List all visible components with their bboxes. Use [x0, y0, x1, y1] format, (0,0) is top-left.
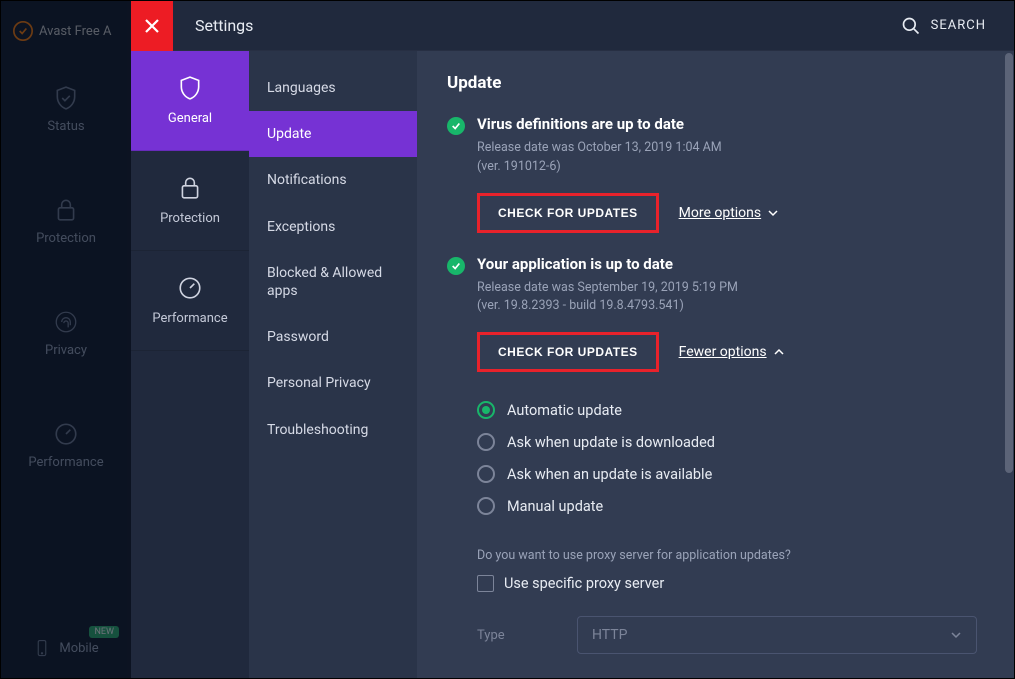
tab-label: General	[168, 111, 212, 126]
sidebar-item-exceptions[interactable]: Exceptions	[249, 204, 417, 250]
type-label: Type	[477, 628, 537, 643]
radio-icon	[477, 497, 495, 515]
radio-icon	[477, 465, 495, 483]
nav-protection[interactable]: Protection	[1, 165, 131, 277]
nav-label: Status	[47, 119, 84, 134]
category-tabs: General Protection Performance	[131, 51, 249, 678]
chevron-down-icon	[950, 629, 962, 641]
status-title: Your application is up to date	[477, 255, 984, 273]
update-mode-radios: Automatic update Ask when update is down…	[477, 394, 984, 522]
sidebar-item-notifications[interactable]: Notifications	[249, 157, 417, 203]
app-logo: Avast Free A	[1, 9, 131, 53]
nav-mobile[interactable]: NEW Mobile	[1, 618, 131, 678]
radio-icon	[477, 433, 495, 451]
sidebar-item-password[interactable]: Password	[249, 314, 417, 360]
use-proxy-checkbox[interactable]: Use specific proxy server	[477, 575, 984, 592]
tab-general[interactable]: General	[131, 51, 249, 151]
radio-ask-downloaded[interactable]: Ask when update is downloaded	[477, 426, 984, 458]
proxy-type-select[interactable]: HTTP	[577, 616, 977, 654]
tab-protection[interactable]: Protection	[131, 151, 249, 251]
status-subtext: Release date was October 13, 2019 1:04 A…	[477, 139, 984, 177]
radio-label: Manual update	[507, 498, 603, 515]
nav-label: Mobile	[59, 641, 98, 656]
check-icon	[451, 261, 461, 271]
new-badge: NEW	[89, 626, 119, 638]
status-title: Virus definitions are up to date	[477, 115, 984, 133]
app-sidebar: Avast Free A Status Protection Privacy P…	[1, 1, 131, 678]
lock-icon	[177, 175, 203, 201]
virus-definitions-status: Virus definitions are up to date Release…	[447, 115, 984, 233]
fingerprint-icon	[53, 309, 79, 335]
fewer-options-app-link[interactable]: Fewer options	[679, 344, 785, 360]
app-name: Avast Free A	[39, 24, 111, 39]
lock-icon	[53, 197, 79, 223]
check-icon	[451, 121, 461, 131]
tab-label: Performance	[152, 311, 227, 326]
nav-label: Protection	[36, 231, 96, 246]
nav-label: Privacy	[45, 343, 87, 358]
scrollbar[interactable]	[1004, 51, 1014, 678]
proxy-section: Do you want to use proxy server for appl…	[477, 548, 984, 654]
tab-label: Protection	[160, 211, 220, 226]
shield-icon	[177, 75, 203, 101]
checkbox-label: Use specific proxy server	[504, 575, 664, 592]
gauge-icon	[53, 421, 79, 447]
content-panel: Update Virus definitions are up to date …	[417, 51, 1014, 678]
radio-label: Automatic update	[507, 402, 622, 419]
nav-performance[interactable]: Performance	[1, 389, 131, 501]
settings-modal: Settings SEARCH General Protection	[131, 1, 1014, 678]
sidebar-item-personal-privacy[interactable]: Personal Privacy	[249, 360, 417, 406]
panel-title: Update	[447, 73, 984, 93]
status-subtext: Release date was September 19, 2019 5:19…	[477, 279, 984, 317]
search-label: SEARCH	[931, 18, 986, 33]
gauge-icon	[177, 275, 203, 301]
radio-automatic-update[interactable]: Automatic update	[477, 394, 984, 426]
close-icon	[144, 18, 160, 34]
proxy-question: Do you want to use proxy server for appl…	[477, 548, 984, 563]
nav-privacy[interactable]: Privacy	[1, 277, 131, 389]
tab-performance[interactable]: Performance	[131, 251, 249, 351]
mobile-icon	[33, 639, 51, 657]
checkbox-icon	[477, 575, 494, 592]
sidebar-item-languages[interactable]: Languages	[249, 65, 417, 111]
nav-status[interactable]: Status	[1, 53, 131, 165]
radio-manual-update[interactable]: Manual update	[477, 490, 984, 522]
application-update-status: Your application is up to date Release d…	[447, 255, 984, 373]
select-value: HTTP	[592, 627, 627, 643]
status-ok-icon	[447, 117, 465, 135]
more-options-virus-link[interactable]: More options	[679, 205, 780, 221]
check-updates-virus-button[interactable]: CHECK FOR UPDATES	[477, 193, 659, 233]
close-button[interactable]	[131, 1, 173, 51]
page-title: Settings	[195, 16, 253, 35]
search-icon	[901, 16, 921, 36]
avast-logo-icon	[13, 21, 33, 41]
chevron-down-icon	[767, 207, 779, 219]
radio-label: Ask when update is downloaded	[507, 434, 715, 451]
chevron-up-icon	[773, 346, 785, 358]
sidebar-item-update[interactable]: Update	[249, 111, 417, 157]
sub-sidebar: Languages Update Notifications Exception…	[249, 51, 417, 678]
radio-icon	[477, 401, 495, 419]
check-updates-app-button[interactable]: CHECK FOR UPDATES	[477, 332, 659, 372]
shield-check-icon	[53, 85, 79, 111]
sidebar-item-blocked-allowed[interactable]: Blocked & Allowed apps	[249, 250, 417, 314]
search-button[interactable]: SEARCH	[901, 16, 986, 36]
sidebar-item-troubleshooting[interactable]: Troubleshooting	[249, 407, 417, 453]
topbar: Settings SEARCH	[131, 1, 1014, 51]
nav-label: Performance	[28, 455, 103, 470]
scrollbar-thumb[interactable]	[1005, 53, 1013, 473]
status-ok-icon	[447, 257, 465, 275]
radio-label: Ask when an update is available	[507, 466, 712, 483]
radio-ask-available[interactable]: Ask when an update is available	[477, 458, 984, 490]
